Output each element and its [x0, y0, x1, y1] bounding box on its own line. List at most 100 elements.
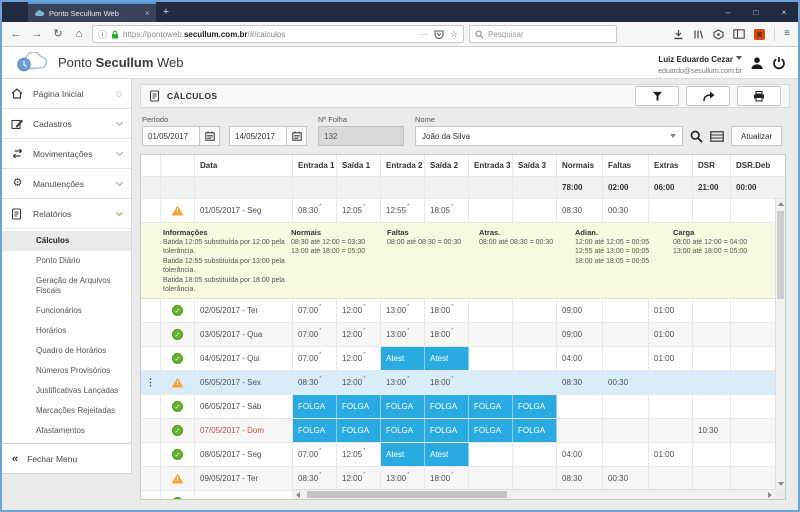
sidebar-item-pagina-inicial[interactable]: Página Inicial: [2, 79, 131, 109]
scroll-down-icon[interactable]: [778, 482, 784, 486]
time-cell[interactable]: 13:00*: [381, 467, 425, 490]
sidebar-item-manutencoes[interactable]: ⚙ Manutenções: [2, 169, 131, 199]
sidebar-subitem-funcionarios[interactable]: Funcionários: [2, 301, 131, 321]
sidebar-item-relatorios[interactable]: Relatórios: [2, 199, 131, 229]
kebab-menu-icon[interactable]: ⋮: [146, 378, 155, 387]
home-icon[interactable]: ⌂: [71, 29, 87, 40]
maximize-icon[interactable]: □: [742, 2, 770, 22]
atualizar-button[interactable]: Atualizar: [731, 126, 782, 146]
status-ok-icon[interactable]: ✓: [172, 425, 183, 436]
employee-search-button[interactable]: [690, 126, 703, 146]
sidebar-subitem-horarios[interactable]: Horários: [2, 321, 131, 341]
time-cell[interactable]: [513, 371, 557, 394]
time-cell[interactable]: 07:00*: [293, 443, 337, 466]
sidebar-item-movimentacoes[interactable]: Movimentações: [2, 139, 131, 169]
time-cell[interactable]: 18:00*: [425, 299, 469, 322]
employee-list-button[interactable]: [710, 126, 724, 146]
time-cell[interactable]: Atest: [381, 347, 425, 370]
filter-button[interactable]: [635, 86, 679, 106]
screenshot-tool-icon[interactable]: [713, 29, 724, 40]
time-cell[interactable]: FOLGA: [381, 395, 425, 418]
scroll-up-icon[interactable]: [778, 202, 784, 206]
time-cell[interactable]: 12:00*: [337, 371, 381, 394]
time-cell[interactable]: [513, 199, 557, 222]
time-cell[interactable]: 07:00*: [293, 323, 337, 346]
table-row[interactable]: ✓02/05/2017 - Ter07:00*12:00*13:00*18:00…: [141, 299, 785, 323]
time-cell[interactable]: 07:00*: [293, 299, 337, 322]
time-cell[interactable]: Atest: [381, 443, 425, 466]
search-bar[interactable]: Pesquisar: [469, 25, 617, 43]
time-cell[interactable]: FOLGA: [425, 419, 469, 442]
time-cell[interactable]: 12:05*: [337, 199, 381, 222]
vertical-scroll-thumb[interactable]: [777, 211, 784, 299]
status-warning-icon[interactable]: !: [172, 378, 184, 388]
time-cell[interactable]: 12:00*: [337, 467, 381, 490]
scroll-left-icon[interactable]: [296, 492, 300, 498]
sidebar-subitem-numeros-provisorios[interactable]: Números Provisórios: [2, 361, 131, 381]
horizontal-scroll-thumb[interactable]: [307, 491, 507, 498]
status-warning-icon[interactable]: !: [172, 474, 184, 484]
time-cell[interactable]: Atest: [425, 347, 469, 370]
time-cell[interactable]: [469, 347, 513, 370]
time-cell[interactable]: [513, 443, 557, 466]
time-cell[interactable]: FOLGA: [513, 395, 557, 418]
time-cell[interactable]: FOLGA: [337, 395, 381, 418]
periodo-start-input[interactable]: 01/05/2017: [142, 126, 200, 146]
bookmark-star-icon[interactable]: ☆: [450, 29, 458, 40]
status-ok-icon[interactable]: ✓: [172, 449, 183, 460]
site-info-icon[interactable]: ⓘ: [98, 28, 107, 41]
status-ok-icon[interactable]: ✓: [172, 353, 183, 364]
time-cell[interactable]: [469, 371, 513, 394]
time-cell[interactable]: [469, 443, 513, 466]
time-cell[interactable]: [513, 467, 557, 490]
time-cell[interactable]: FOLGA: [293, 395, 337, 418]
logout-power-icon[interactable]: [772, 56, 786, 70]
page-actions-icon[interactable]: ···: [420, 30, 428, 39]
time-cell[interactable]: FOLGA: [425, 395, 469, 418]
table-row[interactable]: !01/05/2017 - Seg08:30*12:05*12:55*18:05…: [141, 199, 785, 223]
time-cell[interactable]: Atest: [425, 443, 469, 466]
time-cell[interactable]: FOLGA: [293, 419, 337, 442]
time-cell[interactable]: 08:30*: [293, 467, 337, 490]
time-cell[interactable]: 12:00*: [337, 299, 381, 322]
time-cell[interactable]: 08:30*: [293, 199, 337, 222]
table-row[interactable]: ⋮!05/05/2017 - Sex08:30*12:00*13:00*18:0…: [141, 371, 785, 395]
pocket-icon[interactable]: [434, 30, 444, 39]
periodo-end-input[interactable]: 14/05/2017: [229, 126, 287, 146]
sidebar-subitem-afastamentos[interactable]: Afastamentos: [2, 421, 131, 441]
calendar-icon[interactable]: [287, 126, 307, 146]
export-button[interactable]: [686, 86, 730, 106]
back-icon[interactable]: ←: [8, 29, 24, 40]
table-row[interactable]: ✓06/05/2017 - SábFOLGAFOLGAFOLGAFOLGAFOL…: [141, 395, 785, 419]
time-cell[interactable]: FOLGA: [469, 395, 513, 418]
tab-close-icon[interactable]: ×: [145, 8, 150, 18]
table-row[interactable]: ✓07/05/2017 - DomFOLGAFOLGAFOLGAFOLGAFOL…: [141, 419, 785, 443]
download-icon[interactable]: [673, 29, 684, 40]
sidebar-subitem-marcacoes-rejeitadas[interactable]: Marcações Rejeitadas: [2, 401, 131, 421]
close-menu-button[interactable]: « Fechar Menu: [2, 443, 131, 473]
time-cell[interactable]: [513, 323, 557, 346]
sidebar-subitem-calculos[interactable]: Cálculos: [2, 231, 131, 251]
time-cell[interactable]: 18:05*: [425, 199, 469, 222]
time-cell[interactable]: FOLGA: [469, 419, 513, 442]
time-cell[interactable]: 12:00*: [337, 347, 381, 370]
user-menu[interactable]: Luiz Eduardo Cezar eduardo@secullum.com.…: [658, 48, 742, 77]
time-cell[interactable]: 13:00*: [381, 299, 425, 322]
library-icon[interactable]: [693, 29, 704, 40]
sidebar-subitem-quadro-de-horarios[interactable]: Quadro de Horários: [2, 341, 131, 361]
print-button[interactable]: [737, 86, 781, 106]
status-ok-icon[interactable]: ✓: [172, 305, 183, 316]
time-cell[interactable]: [469, 199, 513, 222]
status-ok-icon[interactable]: ✓: [172, 401, 183, 412]
forward-icon[interactable]: →: [29, 29, 45, 40]
time-cell[interactable]: [469, 467, 513, 490]
time-cell[interactable]: 08:30*: [293, 371, 337, 394]
status-ok-icon[interactable]: ✓: [172, 329, 183, 340]
reload-icon[interactable]: ↻: [50, 29, 66, 40]
time-cell[interactable]: 18:00*: [425, 371, 469, 394]
time-cell[interactable]: 13:00*: [381, 323, 425, 346]
url-bar[interactable]: ⓘ https://pontoweb.secullum.com.br/#/cal…: [92, 25, 464, 43]
vertical-scrollbar[interactable]: [775, 199, 785, 489]
time-cell[interactable]: 18:00*: [425, 467, 469, 490]
time-cell[interactable]: FOLGA: [513, 419, 557, 442]
